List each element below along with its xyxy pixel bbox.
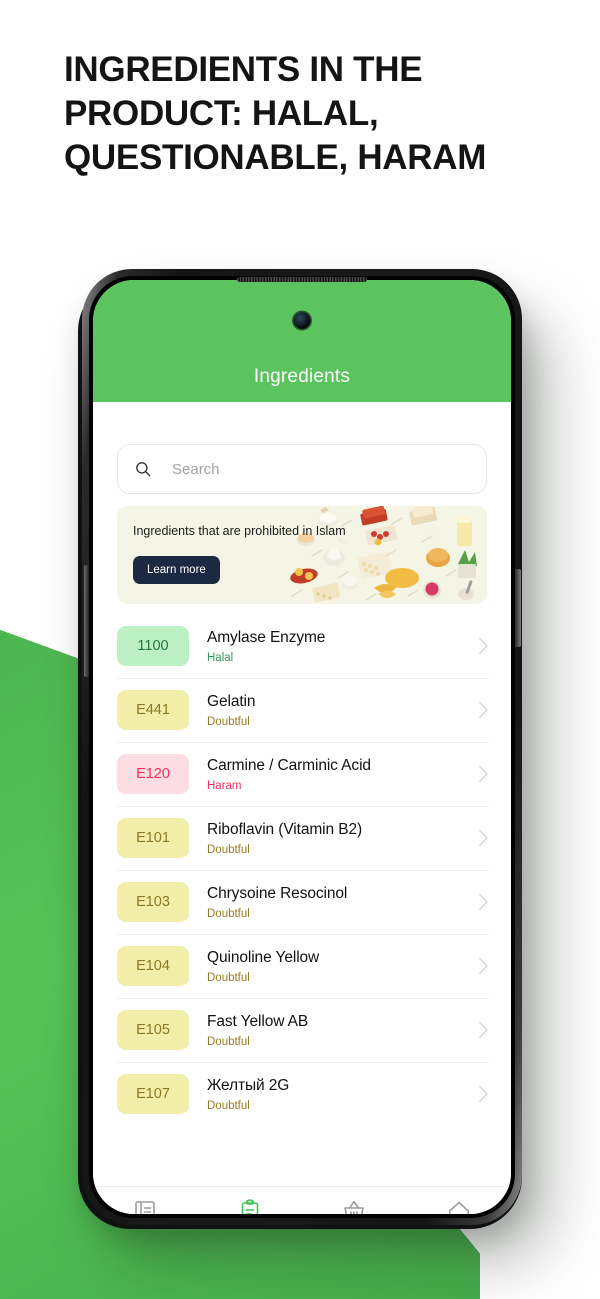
app-header: Ingredients [93,280,511,402]
earpiece-speaker-icon [237,277,367,282]
ingredient-row[interactable]: E105 Fast Yellow AB Doubtful [93,998,511,1062]
ingredient-row[interactable]: E107 Желтый 2G Doubtful [93,1062,511,1126]
ingredient-code-badge: E101 [117,818,189,858]
search-input[interactable]: Search [117,444,487,494]
ingredient-row[interactable]: E441 Gelatin Doubtful [93,678,511,742]
home-icon [448,1201,469,1214]
phone-mockup: Ingredients Search Ingredients that are … [70,265,530,1235]
ingredient-text: Quinoline Yellow Doubtful [207,949,478,984]
book-icon [135,1200,156,1214]
ingredient-code-badge: E441 [117,690,189,730]
ingredient-name: Quinoline Yellow [207,948,320,966]
ingredient-name: Riboflavin (Vitamin B2) [207,820,363,838]
ingredient-text: Fast Yellow AB Doubtful [207,1013,478,1048]
ingredient-status: Haram [207,779,242,792]
power-button[interactable] [515,569,521,647]
ingredient-row[interactable]: E104 Quinoline Yellow Doubtful [93,934,511,998]
bottom-navigation: GuideIngredientsProductsHalal Guide [93,1186,511,1214]
app-title: Ingredients [253,366,351,387]
ingredient-status: Doubtful [207,715,250,728]
app-content: Search Ingredients that are prohibited i… [93,444,511,1214]
promo-text: Ingredients that are prohibited in Islam [133,524,346,538]
ingredient-row[interactable]: E101 Riboflavin (Vitamin B2) Doubtful [93,806,511,870]
phone-bezel: Ingredients Search Ingredients that are … [89,276,515,1218]
ingredient-name: Chrysoine Resocinol [207,884,348,902]
ingredient-row[interactable]: E103 Chrysoine Resocinol Doubtful [93,870,511,934]
chevron-right-icon [479,1086,488,1102]
ingredient-text: Carmine / Carminic Acid Haram [207,757,478,792]
food-collage-icon [282,506,487,604]
tab-ingredients[interactable]: Ingredients [198,1198,303,1214]
ingredient-status: Halal [207,651,234,664]
ingredient-status: Doubtful [207,907,250,920]
ingredient-name: Желтый 2G [207,1076,290,1094]
tab-guide[interactable]: Guide [93,1199,198,1214]
phone-screen: Ingredients Search Ingredients that are … [93,280,511,1214]
ingredient-status: Doubtful [207,1035,250,1048]
basket-icon [344,1200,365,1214]
volume-button[interactable] [84,565,89,677]
ingredient-row[interactable]: 1100 Amylase Enzyme Halal [93,614,511,678]
ingredient-text: Желтый 2G Doubtful [207,1077,478,1112]
ingredient-code-badge: E120 [117,754,189,794]
ingredient-text: Amylase Enzyme Halal [207,629,478,664]
ingredient-code-badge: E103 [117,882,189,922]
learn-more-button[interactable]: Learn more [133,556,220,584]
chevron-right-icon [479,638,488,654]
chevron-right-icon [479,894,488,910]
chevron-right-icon [479,1022,488,1038]
ingredient-name: Amylase Enzyme [207,628,326,646]
ingredient-code-badge: E107 [117,1074,189,1114]
clipboard-icon [241,1198,259,1214]
promo-banner[interactable]: Ingredients that are prohibited in Islam… [117,506,487,604]
tab-halal-guide[interactable]: Halal Guide [407,1199,512,1214]
chevron-right-icon [479,830,488,846]
phone-frame: Ingredients Search Ingredients that are … [82,269,522,1225]
ingredient-name: Gelatin [207,692,256,710]
tab-products[interactable]: Products [302,1199,407,1214]
ingredient-list: 1100 Amylase Enzyme Halal E441 Gelatin Doubtf… [93,614,511,1126]
ingredient-text: Riboflavin (Vitamin B2) Doubtful [207,821,478,856]
chevron-right-icon [479,766,488,782]
ingredient-status: Doubtful [207,1099,250,1112]
ingredient-name: Fast Yellow AB [207,1012,309,1030]
ingredient-status: Doubtful [207,971,250,984]
ingredient-code-badge: 1100 [117,626,189,666]
search-icon [136,462,151,477]
front-camera-icon [293,312,311,329]
ingredient-code-badge: E104 [117,946,189,986]
ingredient-text: Gelatin Doubtful [207,693,478,728]
ingredient-code-badge: E105 [117,1010,189,1050]
ingredient-row[interactable]: E120 Carmine / Carminic Acid Haram [93,742,511,806]
ingredient-name: Carmine / Carminic Acid [207,756,371,774]
chevron-right-icon [479,702,488,718]
ingredient-status: Doubtful [207,843,250,856]
ingredient-text: Chrysoine Resocinol Doubtful [207,885,478,920]
search-placeholder: Search [172,460,220,478]
chevron-right-icon [479,958,488,974]
page-title: Ingredients in the product: Halal, Quest… [64,50,487,177]
